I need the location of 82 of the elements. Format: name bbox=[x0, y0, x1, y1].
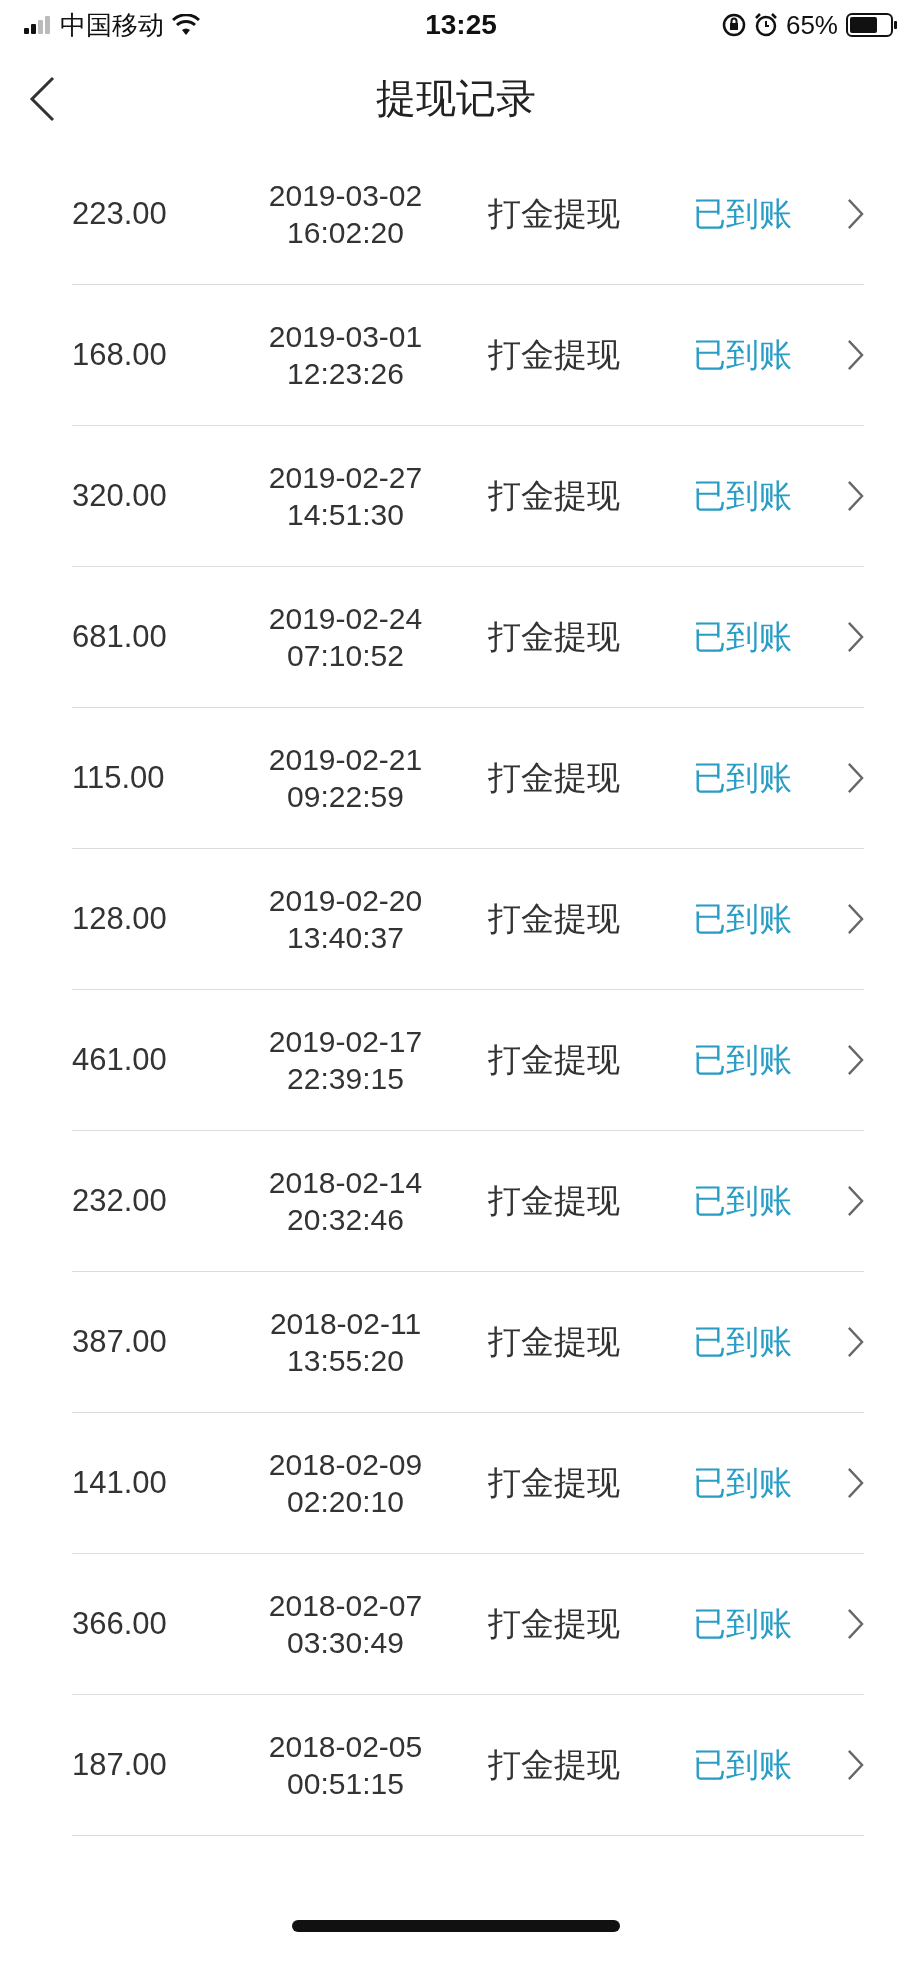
time-text: 13:40:37 bbox=[287, 920, 404, 956]
chevron-icon[interactable] bbox=[847, 338, 864, 372]
time-text: 09:22:59 bbox=[287, 779, 404, 815]
amount-text: 223.00 bbox=[72, 196, 168, 232]
signal-icon bbox=[24, 16, 52, 34]
time-text: 12:23:26 bbox=[287, 356, 404, 392]
clock-time: 13:25 bbox=[425, 9, 497, 41]
time-text: 13:55:20 bbox=[287, 1343, 404, 1379]
chevron-icon[interactable] bbox=[847, 620, 864, 654]
type-text: 打金提现 bbox=[486, 475, 621, 516]
status-text: 已到账 bbox=[692, 1321, 794, 1362]
chevron-icon[interactable] bbox=[847, 1748, 864, 1782]
chevron-icon[interactable] bbox=[847, 1325, 864, 1359]
date-text: 2018-02-09 bbox=[268, 1446, 423, 1483]
amount-text: 387.00 bbox=[72, 1324, 168, 1360]
date-text: 2019-03-01 bbox=[268, 318, 423, 355]
battery-icon bbox=[846, 13, 898, 37]
type-text: 打金提现 bbox=[486, 1321, 621, 1362]
date-text: 2018-02-07 bbox=[268, 1587, 423, 1624]
date-text: 2019-02-17 bbox=[268, 1023, 423, 1060]
status-text: 已到账 bbox=[692, 1603, 794, 1644]
amount-text: 128.00 bbox=[72, 901, 168, 937]
amount-text: 461.00 bbox=[72, 1042, 168, 1078]
chevron-icon[interactable] bbox=[847, 1043, 864, 1077]
chevron-icon[interactable] bbox=[847, 1607, 864, 1641]
chevron-icon[interactable] bbox=[847, 479, 864, 513]
status-text: 已到账 bbox=[692, 616, 794, 657]
chevron-icon[interactable] bbox=[847, 1184, 864, 1218]
time-text: 16:02:20 bbox=[287, 215, 404, 251]
rotation-lock-icon bbox=[721, 13, 746, 37]
date-text: 2019-02-27 bbox=[268, 459, 423, 496]
date-text: 2019-02-20 bbox=[268, 882, 423, 919]
amount-text: 320.00 bbox=[72, 478, 168, 514]
status-text: 已到账 bbox=[692, 1744, 794, 1785]
date-text: 2019-03-02 bbox=[268, 177, 423, 214]
type-text: 打金提现 bbox=[486, 898, 621, 939]
status-text: 已到账 bbox=[692, 898, 794, 939]
amount-text: 168.00 bbox=[72, 337, 168, 373]
page-title: 提现记录 bbox=[376, 74, 536, 122]
chevron-icon[interactable] bbox=[847, 761, 864, 795]
amount-text: 141.00 bbox=[72, 1465, 168, 1501]
battery-percent: 65% bbox=[785, 9, 838, 41]
time-text: 14:51:30 bbox=[287, 497, 404, 533]
date-text: 2018-02-11 bbox=[269, 1305, 422, 1342]
time-text: 00:51:15 bbox=[287, 1766, 404, 1802]
wifi-icon bbox=[172, 14, 200, 36]
type-text: 打金提现 bbox=[486, 616, 621, 657]
status-text: 已到账 bbox=[692, 334, 794, 375]
type-text: 打金提现 bbox=[486, 1039, 621, 1080]
type-text: 打金提现 bbox=[486, 334, 621, 375]
type-text: 打金提现 bbox=[486, 757, 621, 798]
type-text: 打金提现 bbox=[486, 193, 621, 234]
status-text: 已到账 bbox=[692, 757, 794, 798]
status-text: 已到账 bbox=[692, 1462, 794, 1503]
type-text: 打金提现 bbox=[486, 1462, 621, 1503]
chevron-icon[interactable] bbox=[847, 902, 864, 936]
status-text: 已到账 bbox=[692, 1180, 794, 1221]
time-text: 22:39:15 bbox=[287, 1061, 404, 1097]
amount-text: 187.00 bbox=[72, 1747, 168, 1783]
date-text: 2019-02-21 bbox=[268, 741, 423, 778]
status-text: 已到账 bbox=[692, 1039, 794, 1080]
amount-text: 115.00 bbox=[72, 760, 166, 796]
time-text: 03:30:49 bbox=[287, 1625, 404, 1661]
time-text: 07:10:52 bbox=[287, 638, 404, 674]
back-icon[interactable] bbox=[28, 76, 56, 122]
status-text: 已到账 bbox=[692, 475, 794, 516]
time-text: 02:20:10 bbox=[287, 1484, 404, 1520]
status-text: 已到账 bbox=[692, 193, 794, 234]
time-text: 20:32:46 bbox=[287, 1202, 404, 1238]
amount-text: 366.00 bbox=[72, 1606, 168, 1642]
type-text: 打金提现 bbox=[486, 1180, 621, 1221]
date-text: 2018-02-14 bbox=[268, 1164, 423, 1201]
type-text: 打金提现 bbox=[486, 1744, 621, 1785]
chevron-icon[interactable] bbox=[847, 1466, 864, 1500]
amount-text: 681.00 bbox=[72, 619, 168, 655]
date-text: 2018-02-05 bbox=[268, 1728, 423, 1765]
type-text: 打金提现 bbox=[486, 1603, 621, 1644]
carrier-name: 中国移动 bbox=[60, 8, 164, 42]
amount-text: 232.00 bbox=[72, 1183, 168, 1219]
alarm-icon bbox=[753, 13, 778, 37]
chevron-icon[interactable] bbox=[847, 197, 864, 231]
date-text: 2019-02-24 bbox=[268, 600, 423, 637]
